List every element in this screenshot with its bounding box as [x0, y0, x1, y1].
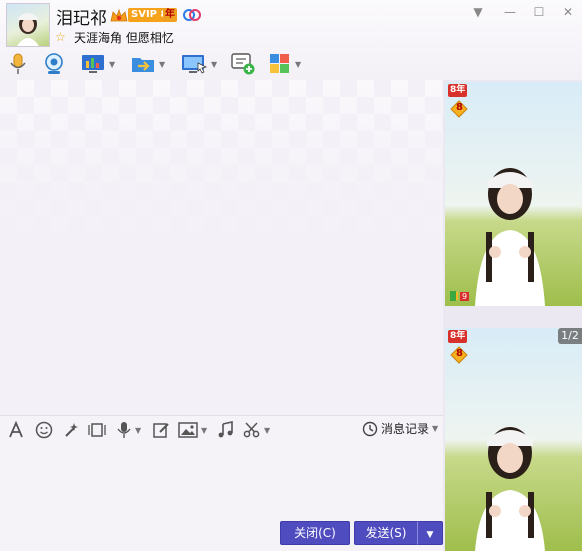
magic-wand-icon	[65, 423, 78, 437]
microphone-icon	[10, 53, 26, 74]
clock-icon	[362, 421, 378, 436]
close-window-button[interactable]: ✕	[558, 4, 578, 20]
chat-background	[0, 80, 443, 415]
message-history-label: 消息记录	[381, 422, 430, 436]
font-button[interactable]	[7, 421, 25, 439]
new-message-icon	[231, 53, 255, 75]
window-menu-button[interactable]: ▼	[468, 4, 488, 20]
scissors-icon	[243, 422, 260, 438]
maximize-button[interactable]: ☐	[529, 4, 549, 20]
smiley-icon	[35, 421, 53, 439]
shake-icon	[88, 423, 106, 437]
screenshot-button[interactable]: ▼	[243, 421, 270, 439]
new-message-button[interactable]	[230, 51, 256, 77]
close-button[interactable]: 关闭(C)	[280, 521, 350, 545]
year-badge-2: 8年	[448, 330, 468, 343]
emoji-button[interactable]	[35, 421, 53, 439]
chevron-down-icon: ▼	[135, 425, 142, 435]
qq-link-icon[interactable]	[182, 7, 202, 23]
edit-icon	[153, 423, 169, 438]
contact-signature: 天涯海角 但愿相忆	[74, 31, 174, 45]
voice-message-button[interactable]: ▼	[116, 421, 141, 439]
edit-button[interactable]	[152, 421, 170, 439]
send-options-button[interactable]: ▼	[417, 521, 443, 545]
video-camera-icon	[45, 53, 63, 74]
microphone-icon	[117, 422, 131, 438]
music-note-icon	[218, 421, 233, 438]
level-badge-2: 8	[456, 348, 463, 359]
video-call-button[interactable]	[42, 51, 66, 77]
year-badge: 8年	[448, 84, 468, 97]
star-icon: ☆	[55, 30, 66, 44]
voice-call-button[interactable]	[8, 51, 28, 77]
chevron-down-icon: ▼	[211, 59, 218, 69]
apps-icon	[270, 54, 289, 73]
image-button[interactable]: ▼	[178, 421, 207, 439]
image-pager[interactable]: 1/2	[558, 328, 582, 344]
level-badge: 8	[456, 102, 463, 113]
chevron-down-icon: ▼	[426, 530, 434, 540]
file-transfer-icon	[132, 58, 154, 72]
music-button[interactable]	[217, 421, 235, 439]
apps-button[interactable]: ▼	[268, 51, 301, 77]
chat-window: 泪玘祁 SVIP 8 年 ☆ 天涯海角 但愿相忆 ▼ — ☐ ✕ ▼ ▼ ▼ ▼…	[0, 0, 582, 551]
vip-crown-icon	[110, 8, 128, 22]
file-transfer-button[interactable]: ▼	[130, 51, 165, 77]
contact-name[interactable]: 泪玘祁	[56, 4, 107, 29]
remote-desktop-icon	[182, 55, 208, 74]
chevron-down-icon: ▼	[295, 59, 302, 69]
message-history-button[interactable]: 消息记录 ▼	[362, 420, 438, 437]
send-button[interactable]: 发送(S)	[354, 521, 418, 545]
chevron-down-icon: ▼	[159, 59, 166, 69]
chevron-down-icon: ▼	[201, 425, 208, 435]
screen-share-button[interactable]: ▼	[80, 51, 115, 77]
small-level-badge: 9	[460, 292, 470, 301]
minimize-button[interactable]: —	[500, 4, 520, 20]
remote-desktop-button[interactable]: ▼	[180, 51, 217, 77]
flag-icon	[450, 291, 458, 301]
screen-share-icon	[82, 55, 104, 73]
magic-expression-button[interactable]	[62, 421, 80, 439]
font-icon	[9, 421, 23, 438]
window-shake-button[interactable]	[87, 421, 107, 439]
chevron-down-icon: ▼	[432, 424, 439, 433]
chevron-down-icon: ▼	[264, 425, 271, 435]
image-icon	[178, 422, 198, 438]
vip-year-badge: 年	[163, 8, 177, 22]
contact-avatar[interactable]	[6, 3, 50, 47]
chevron-down-icon: ▼	[109, 59, 116, 69]
